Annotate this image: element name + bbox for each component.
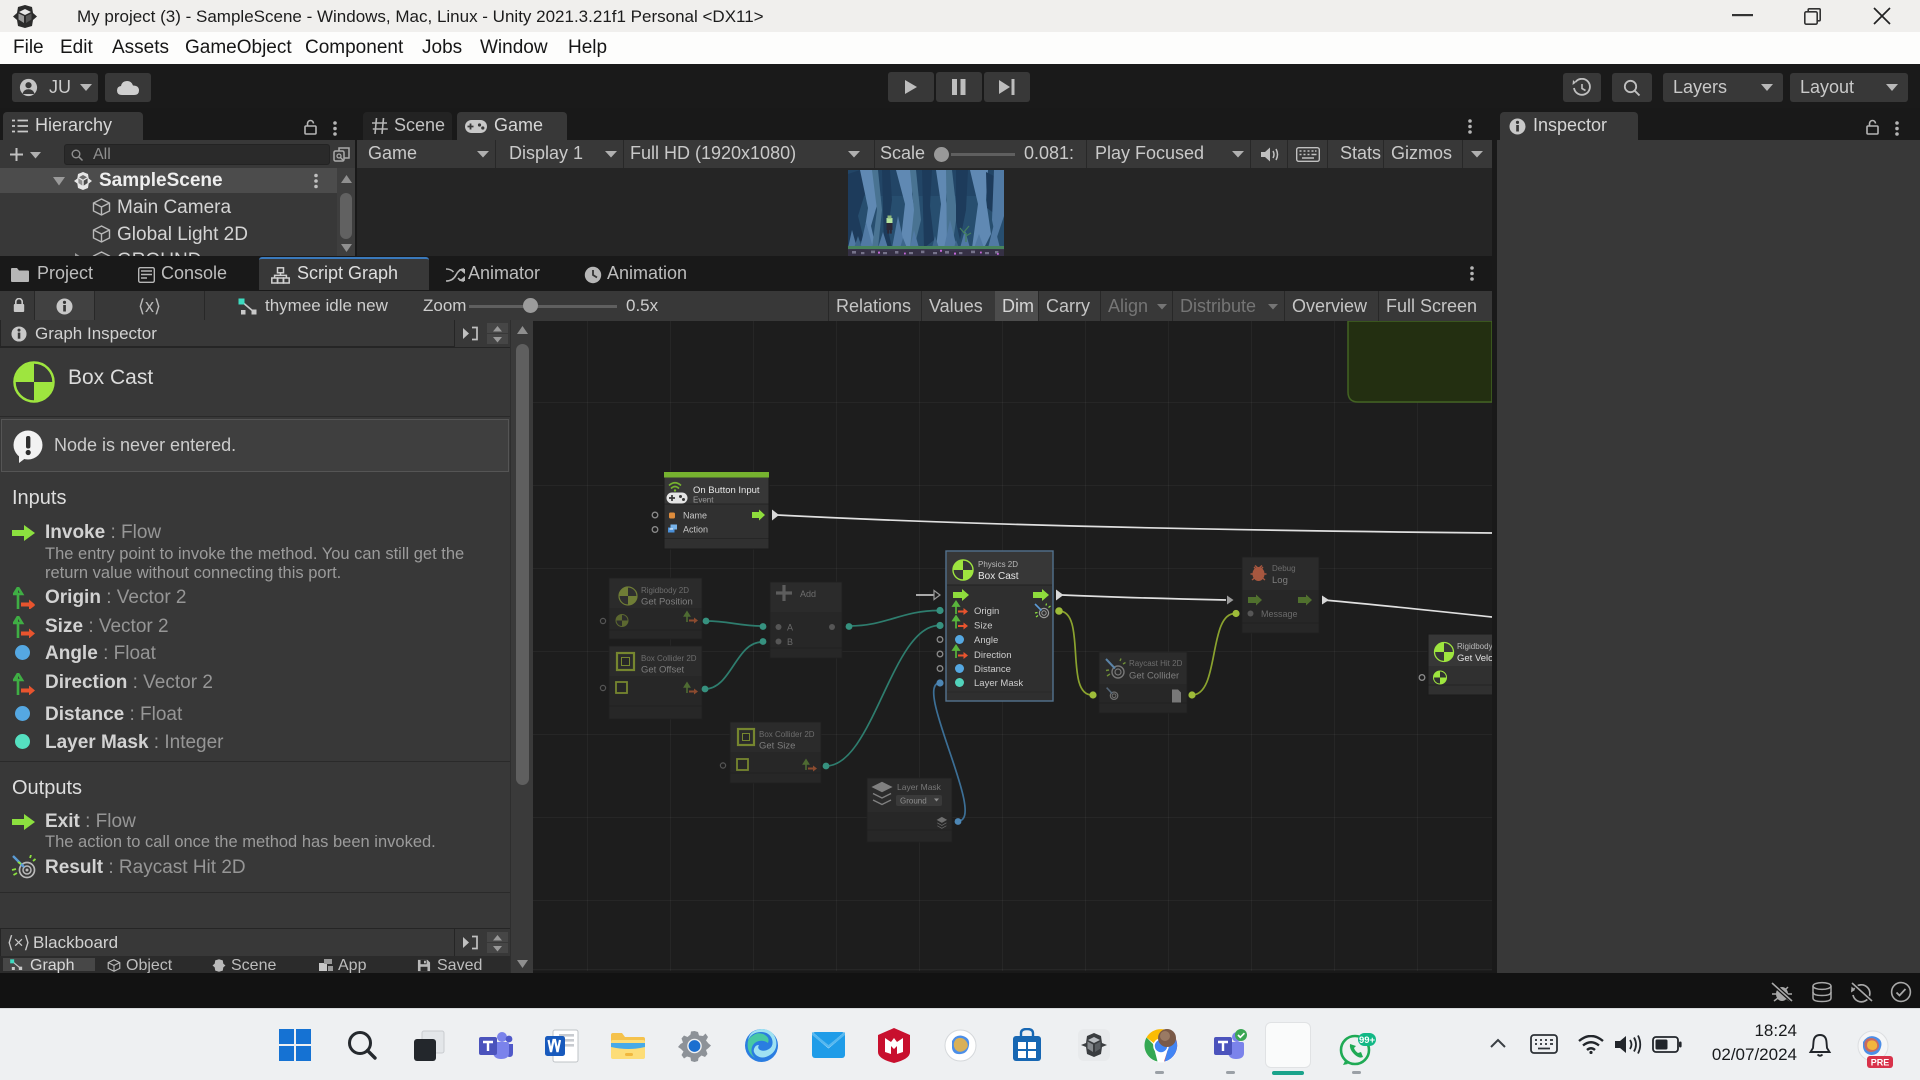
svg-text:PRE: PRE — [1871, 1058, 1890, 1068]
svg-text:Direction: Direction — [974, 650, 1012, 661]
svg-text:Layer Mask: Layer Mask — [897, 782, 942, 792]
svg-text:Get Velo: Get Velo — [1457, 653, 1492, 664]
svg-text:Rigidbody 2D: Rigidbody 2D — [641, 586, 689, 595]
svg-text:Log: Log — [1272, 575, 1288, 586]
svg-text:Size: Size — [974, 621, 992, 632]
svg-text:Message: Message — [1261, 609, 1298, 619]
svg-text:Angle: Angle — [974, 635, 998, 646]
svg-text:Origin: Origin — [974, 606, 999, 617]
svg-text:On Button Input: On Button Input — [693, 485, 760, 496]
svg-text:Rigidbody 2: Rigidbody 2 — [1457, 642, 1492, 651]
svg-text:Action: Action — [683, 525, 708, 535]
svg-text:Name: Name — [683, 511, 707, 521]
svg-text:Distance: Distance — [974, 664, 1011, 675]
svg-text:Get Offset: Get Offset — [641, 665, 684, 676]
svg-text:A: A — [787, 623, 793, 633]
svg-text:Box Collider 2D: Box Collider 2D — [759, 730, 815, 739]
svg-text:Add: Add — [800, 589, 816, 599]
svg-text:Get Collider: Get Collider — [1129, 671, 1179, 682]
svg-text:99+: 99+ — [1359, 1035, 1376, 1046]
svg-text:Ground: Ground — [900, 797, 927, 806]
svg-text:Layer Mask: Layer Mask — [974, 678, 1023, 689]
svg-text:Get Size: Get Size — [759, 741, 795, 752]
svg-text:B: B — [787, 637, 793, 647]
svg-text:Physics 2D: Physics 2D — [978, 560, 1018, 569]
svg-text:Box Cast: Box Cast — [978, 571, 1019, 582]
svg-text:Raycast Hit 2D: Raycast Hit 2D — [1129, 659, 1183, 668]
svg-text:Event: Event — [693, 496, 714, 505]
svg-text:Box Collider 2D: Box Collider 2D — [641, 654, 697, 663]
svg-text:Get Position: Get Position — [641, 597, 693, 608]
svg-text:Debug: Debug — [1272, 564, 1296, 573]
